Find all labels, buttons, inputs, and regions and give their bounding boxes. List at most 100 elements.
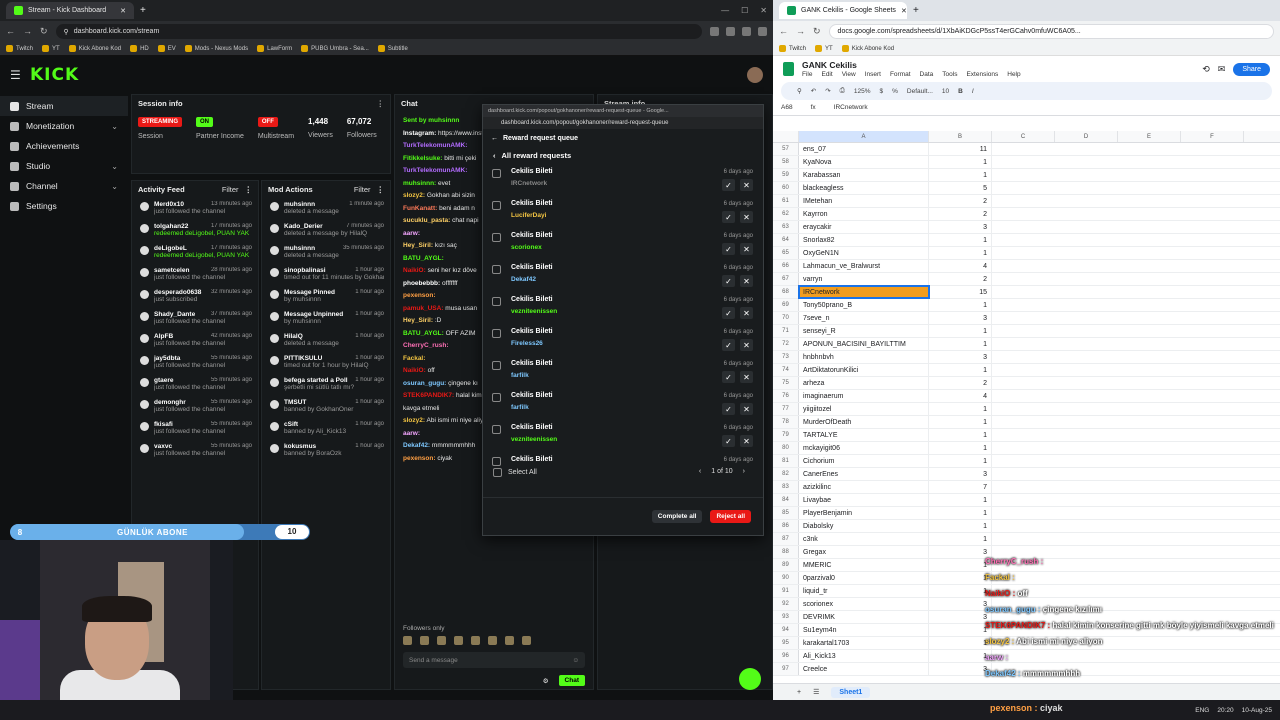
cell-count[interactable]: 3: [929, 663, 992, 675]
row-number[interactable]: 88: [773, 546, 799, 558]
cell-count[interactable]: 11: [929, 143, 992, 155]
more-options-icon[interactable]: ⋮: [377, 99, 385, 108]
request-user[interactable]: scorionex: [511, 244, 753, 251]
request-checkbox[interactable]: [492, 169, 501, 178]
new-tab-icon[interactable]: +: [913, 5, 919, 16]
reject-x-icon[interactable]: ✕: [740, 211, 753, 223]
row-number[interactable]: 80: [773, 442, 799, 454]
bookmark-item[interactable]: Subtitle: [377, 45, 408, 52]
cell-name[interactable]: CanerEnes: [799, 468, 929, 480]
zoom-select[interactable]: 125%: [854, 88, 871, 95]
list-item[interactable]: muhsinnn 1 minute ago deleted a message: [262, 197, 390, 219]
cell-count[interactable]: 3: [929, 546, 992, 558]
cell-count[interactable]: 1: [929, 637, 992, 649]
row-number[interactable]: 76: [773, 390, 799, 402]
approve-check-icon[interactable]: ✓: [722, 371, 735, 383]
cell-name[interactable]: 0parzival0: [799, 572, 929, 584]
approve-check-icon[interactable]: ✓: [722, 339, 735, 351]
chat-username[interactable]: Fitikkelsuke:: [403, 155, 442, 162]
tab-gank-cekilis[interactable]: GANK Cekilis - Google Sheets ✕: [779, 2, 907, 19]
percent-icon[interactable]: %: [892, 88, 898, 95]
language-indicator[interactable]: ENG: [1195, 707, 1209, 714]
cell-name[interactable]: ArtDiktatorunKilici: [799, 364, 929, 376]
redo-icon[interactable]: ↷: [825, 87, 830, 95]
chevron-down-icon[interactable]: ⌄: [111, 162, 118, 171]
cell-name[interactable]: OxyGeN1N: [799, 247, 929, 259]
cell-count[interactable]: 1: [929, 403, 992, 415]
list-item[interactable]: AlpFB 42 minutes ago just followed the cha…: [132, 329, 258, 351]
cell-count[interactable]: 1: [929, 494, 992, 506]
list-item[interactable]: Merd0x10 13 minutes ago just followed the …: [132, 197, 258, 219]
list-item[interactable]: muhsinnn 35 minutes ago deleted a message: [262, 241, 390, 263]
cell-name[interactable]: mckayigit06: [799, 442, 929, 454]
cell-name[interactable]: Karabassan: [799, 169, 929, 181]
row-number[interactable]: 91: [773, 585, 799, 597]
url-input[interactable]: ⚲ dashboard.kick.com/stream: [55, 24, 702, 39]
row-number[interactable]: 74: [773, 364, 799, 376]
chat-username[interactable]: aarw:: [403, 430, 420, 437]
new-tab-icon[interactable]: +: [140, 5, 146, 16]
chat-username[interactable]: pexenson:: [403, 455, 436, 462]
list-item[interactable]: sinopbalinasi 1 hour ago timed out for 11 …: [262, 263, 390, 285]
list-item[interactable]: PITTIKSULU 1 hour ago timed out for 1 hour…: [262, 351, 390, 373]
cell-count[interactable]: 2: [929, 377, 992, 389]
clock-date[interactable]: 10-Aug-25: [1242, 707, 1272, 714]
row-number[interactable]: 71: [773, 325, 799, 337]
bookmark-item[interactable]: PUBG Umbra - Sea...: [301, 45, 369, 52]
row-number[interactable]: 73: [773, 351, 799, 363]
cell-count[interactable]: 1: [929, 559, 992, 571]
row-number[interactable]: 77: [773, 403, 799, 415]
cell-count[interactable]: 1: [929, 234, 992, 246]
cell-name[interactable]: MMERIC: [799, 559, 929, 571]
row-number[interactable]: 65: [773, 247, 799, 259]
bookmark-item[interactable]: LawForm: [257, 45, 292, 52]
next-page-icon[interactable]: ›: [743, 468, 745, 475]
row-number[interactable]: 82: [773, 468, 799, 480]
print-icon[interactable]: ⎙: [840, 87, 845, 95]
cell-count[interactable]: 7: [929, 481, 992, 493]
list-item[interactable]: Message Pinned 1 hour ago by muhsinnn: [262, 285, 390, 307]
cell-count[interactable]: 1: [929, 416, 992, 428]
support-chat-button[interactable]: [739, 668, 761, 690]
close-window-icon[interactable]: ✕: [760, 6, 767, 15]
cell-count[interactable]: 2: [929, 195, 992, 207]
chat-username[interactable]: phoebebbb:: [403, 280, 440, 287]
extension-icon[interactable]: [758, 27, 767, 36]
cell-name[interactable]: Livaybae: [799, 494, 929, 506]
row-number[interactable]: 70: [773, 312, 799, 324]
bookmark-item[interactable]: Kick Abone Kod: [841, 45, 894, 52]
list-item[interactable]: demonghr 55 minutes ago just followed the …: [132, 395, 258, 417]
list-item[interactable]: TMSUT 1 hour ago banned by GokhanOner: [262, 395, 390, 417]
cell-name[interactable]: Su1eym4n: [799, 624, 929, 636]
history-icon[interactable]: ⟲: [1202, 64, 1210, 75]
approve-check-icon[interactable]: ✓: [722, 211, 735, 223]
cell-name[interactable]: Creelce: [799, 663, 929, 675]
chat-message-input[interactable]: Send a message ☺: [403, 652, 585, 668]
row-number[interactable]: 89: [773, 559, 799, 571]
chevron-left-icon[interactable]: ‹: [493, 151, 496, 160]
menu-item-extensions[interactable]: Extensions: [966, 71, 998, 78]
request-checkbox[interactable]: [492, 297, 501, 306]
cell-count[interactable]: 1: [929, 429, 992, 441]
document-title[interactable]: GANK Cekilis: [802, 60, 1021, 70]
list-item[interactable]: kokusmus 1 hour ago banned by BoraOzk: [262, 439, 390, 461]
approve-check-icon[interactable]: ✓: [722, 179, 735, 191]
row-number[interactable]: 85: [773, 507, 799, 519]
chat-username[interactable]: BATU_AYGL:: [403, 255, 444, 262]
cell-name[interactable]: varryn: [799, 273, 929, 285]
list-item[interactable]: vaxvc 55 minutes ago just followed the cha…: [132, 439, 258, 461]
select-all-corner[interactable]: [773, 131, 799, 142]
sidebar-item-monetization[interactable]: Monetization ⌄: [0, 116, 128, 136]
more-options-icon[interactable]: ⋮: [377, 185, 385, 194]
all-reward-requests-link[interactable]: All reward requests: [502, 151, 572, 160]
request-checkbox[interactable]: [492, 361, 501, 370]
bookmark-item[interactable]: YT: [42, 45, 60, 52]
emote-icon[interactable]: [454, 636, 463, 645]
cell-count[interactable]: 4: [929, 260, 992, 272]
reject-x-icon[interactable]: ✕: [740, 371, 753, 383]
tab-kick-dashboard[interactable]: Stream - Kick Dashboard ✕: [6, 2, 134, 19]
chat-username[interactable]: Sent by muhsinnn: [403, 117, 459, 124]
cell-count[interactable]: 1: [929, 156, 992, 168]
cell-name[interactable]: imaginaerum: [799, 390, 929, 402]
approve-check-icon[interactable]: ✓: [722, 275, 735, 287]
